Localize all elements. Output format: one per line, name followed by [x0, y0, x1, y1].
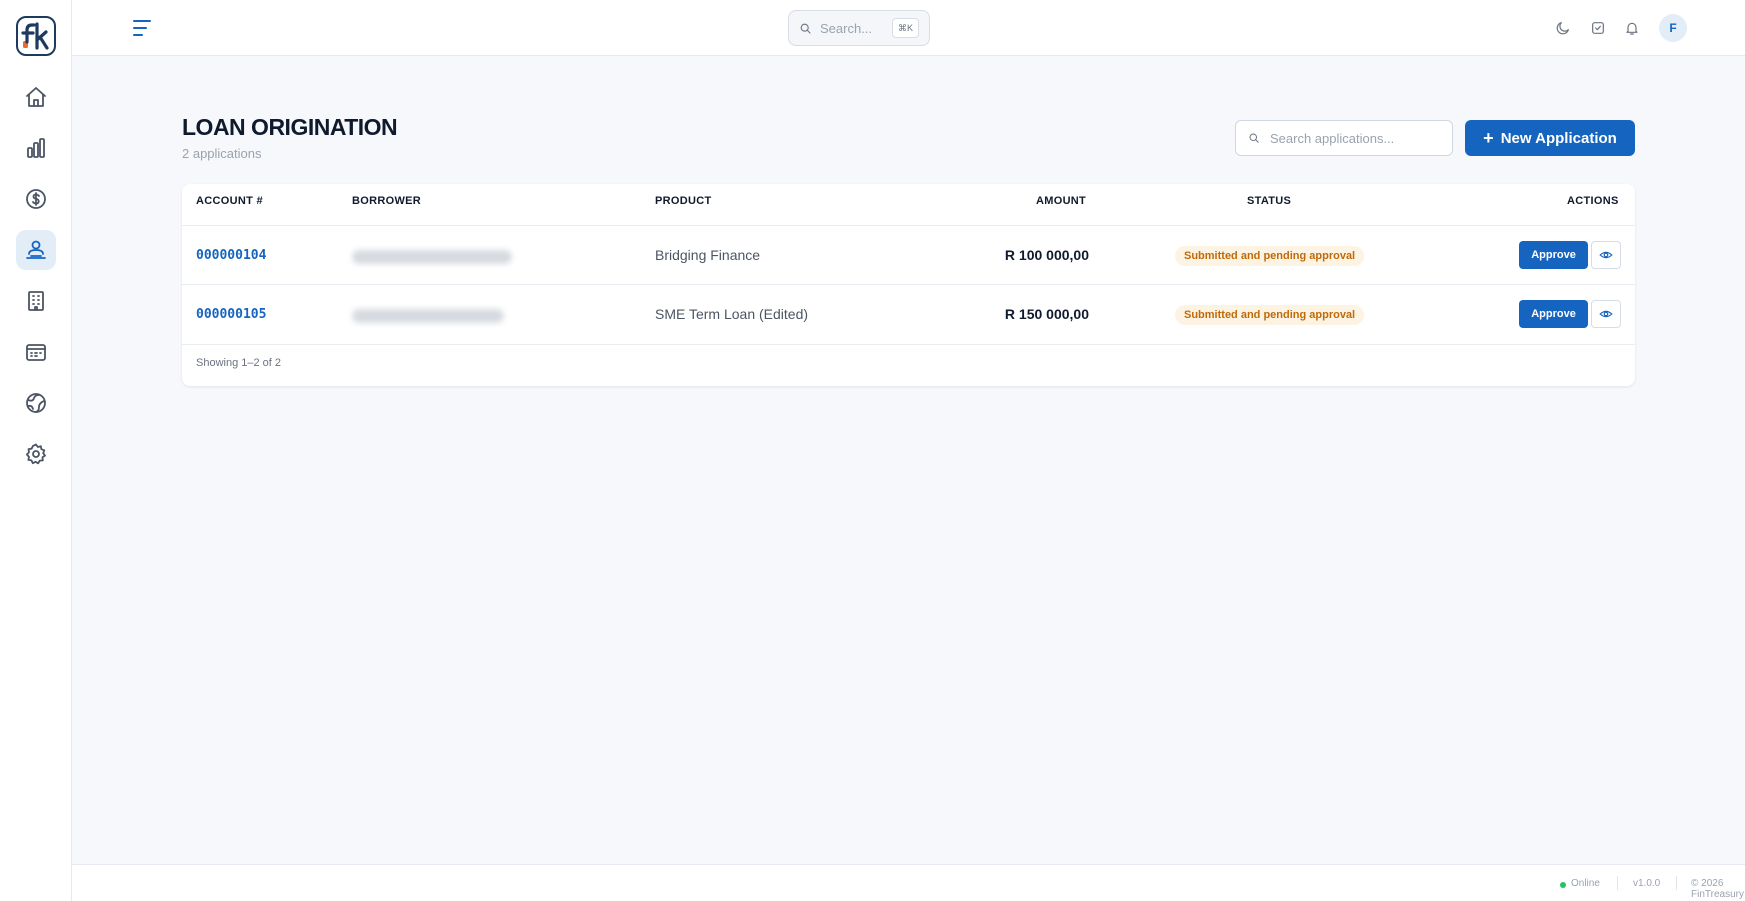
search-icon — [800, 23, 811, 34]
sidebar-item-global[interactable] — [16, 383, 56, 423]
global-search-placeholder: Search... — [820, 20, 873, 36]
column-header-account: ACCOUNT # — [196, 195, 263, 207]
new-application-button[interactable]: + New Application — [1465, 120, 1635, 156]
column-header-amount: AMOUNT — [1036, 195, 1087, 207]
column-header-product: PRODUCT — [655, 195, 712, 207]
sidebar-item-analytics[interactable] — [16, 128, 56, 168]
applications-search-input[interactable] — [1270, 130, 1440, 146]
page-subtitle: 2 applications — [182, 146, 262, 161]
approve-button[interactable]: Approve — [1519, 241, 1588, 269]
globe-icon — [26, 393, 46, 413]
sidebar-item-organisations[interactable] — [16, 281, 56, 321]
logo-mark-icon — [21, 22, 49, 50]
search-icon — [1249, 133, 1259, 143]
footer-divider — [1617, 876, 1618, 890]
footer-divider — [1676, 876, 1677, 890]
online-status-dot — [1560, 882, 1566, 888]
global-search-input[interactable]: Search... ⌘K — [788, 10, 930, 46]
header-divider — [182, 225, 1635, 226]
borrower-name-redacted — [352, 250, 512, 264]
new-application-label: New Application — [1500, 129, 1617, 147]
sidebar-item-settings[interactable] — [16, 434, 56, 474]
status-badge: Submitted and pending approval — [1175, 246, 1365, 266]
user-avatar[interactable]: F — [1659, 14, 1687, 42]
bar-chart-icon — [27, 138, 45, 158]
account-number-link[interactable]: 000000105 — [196, 307, 266, 322]
copyright-text: © 2026 FinTreasury — [1691, 878, 1744, 900]
sidebar-item-finance[interactable] — [16, 179, 56, 219]
topbar: Search... ⌘K F — [72, 0, 1745, 56]
account-number-link[interactable]: 000000104 — [196, 248, 266, 263]
sidebar — [0, 0, 72, 901]
product-name: SME Term Loan (Edited) — [655, 306, 809, 322]
view-button[interactable] — [1591, 241, 1621, 269]
moon-icon — [1556, 22, 1569, 35]
loan-amount: R 100 000,00 — [1004, 247, 1089, 263]
gear-icon — [26, 443, 46, 465]
building-icon — [28, 291, 44, 311]
eye-icon — [1599, 251, 1613, 259]
users-icon — [26, 240, 46, 259]
loan-amount: R 150 000,00 — [1004, 306, 1089, 322]
status-badge: Submitted and pending approval — [1175, 305, 1365, 325]
plus-icon: + — [1483, 128, 1494, 148]
search-shortcut-badge: ⌘K — [891, 18, 919, 38]
tasks-button[interactable] — [1587, 17, 1609, 39]
column-header-status: STATUS — [1247, 195, 1292, 207]
menu-icon — [133, 20, 151, 36]
approve-button[interactable]: Approve — [1519, 300, 1588, 328]
theme-toggle-button[interactable] — [1552, 17, 1574, 39]
product-name: Bridging Finance — [655, 247, 761, 263]
row-divider — [182, 284, 1635, 285]
view-button[interactable] — [1591, 300, 1621, 328]
sidebar-item-loans[interactable] — [16, 230, 56, 270]
bell-icon — [1626, 22, 1638, 35]
eye-icon — [1599, 310, 1613, 318]
app-logo[interactable] — [16, 16, 56, 56]
table-footer-divider — [182, 344, 1635, 345]
notifications-button[interactable] — [1621, 17, 1643, 39]
pagination-summary: Showing 1–2 of 2 — [196, 357, 282, 369]
calendar-icon — [26, 344, 46, 361]
borrower-name-redacted — [352, 309, 504, 323]
home-icon — [26, 87, 46, 107]
dollar-icon — [26, 189, 46, 209]
applications-table — [182, 184, 1635, 386]
sidebar-item-home[interactable] — [16, 77, 56, 117]
menu-toggle-button[interactable] — [130, 16, 154, 40]
column-header-borrower: BORROWER — [352, 195, 422, 207]
sidebar-item-schedule[interactable] — [16, 332, 56, 372]
checkbox-icon — [1592, 22, 1604, 34]
column-header-actions: ACTIONS — [1567, 195, 1619, 207]
connection-status: Online — [1571, 878, 1600, 889]
applications-search-field[interactable] — [1235, 120, 1453, 156]
page-title: LOAN ORIGINATION — [182, 114, 398, 140]
app-version: v1.0.0 — [1633, 878, 1661, 889]
app-footer: Online v1.0.0 © 2026 FinTreasury — [72, 864, 1745, 901]
